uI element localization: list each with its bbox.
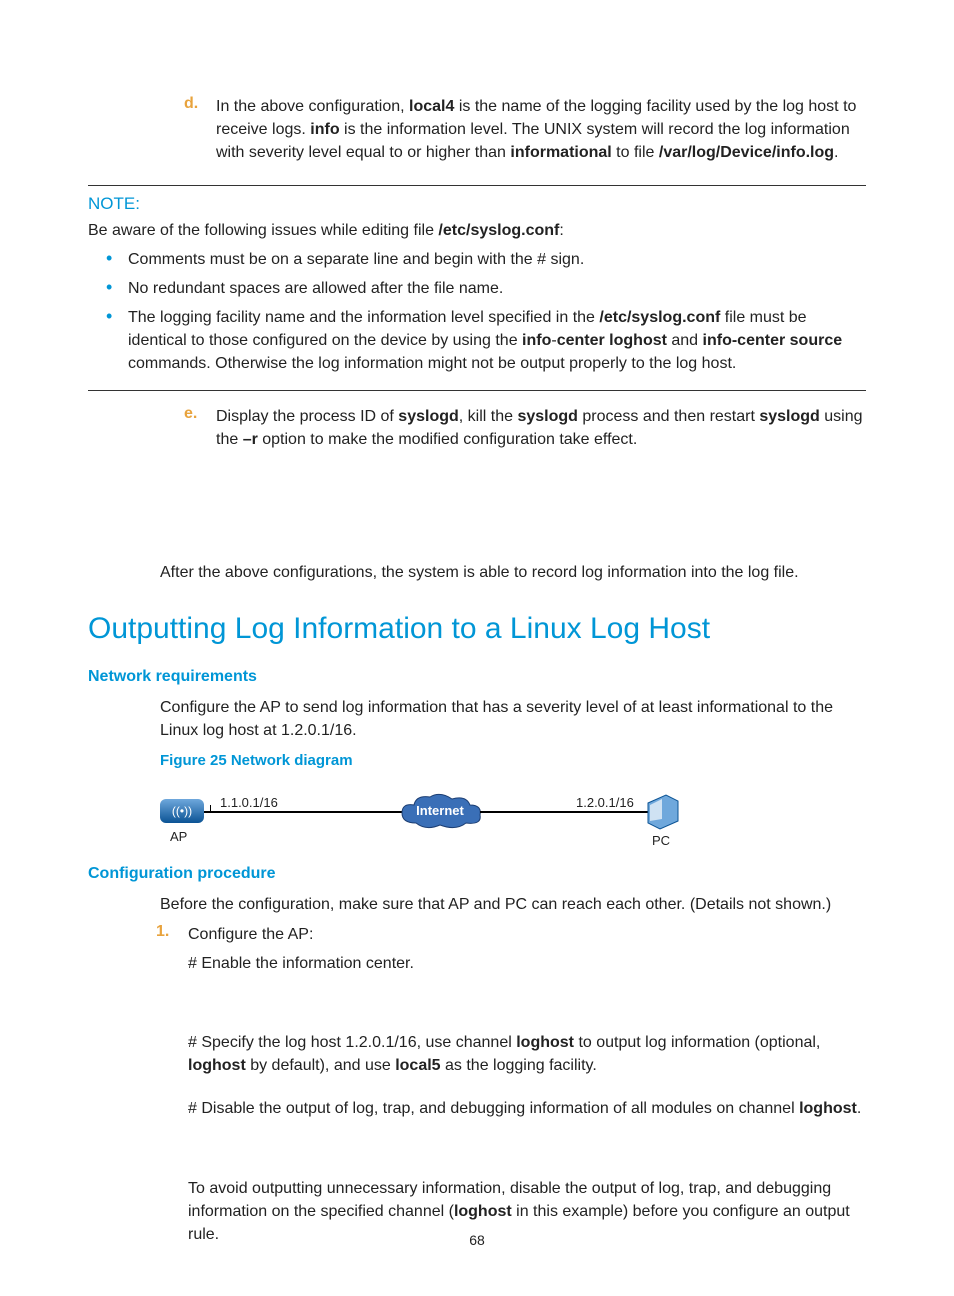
note-box: NOTE: Be aware of the following issues w… <box>88 185 866 391</box>
bullet-icon: • <box>106 248 128 270</box>
text: to file <box>612 144 659 161</box>
text: and <box>667 332 703 349</box>
bullet-body: The logging facility name and the inform… <box>128 306 866 376</box>
confproc-intro: Before the configuration, make sure that… <box>160 893 866 916</box>
cloud-label: Internet <box>396 803 484 818</box>
text: # Disable the output of log, trap, and d… <box>188 1100 799 1117</box>
step-1: 1. Configure the AP: <box>156 923 866 946</box>
ap-ip-label: 1.1.0.1/16 <box>218 795 280 810</box>
text: # Specify the log host 1.2.0.1/16, use c… <box>188 1034 516 1051</box>
page-number: 68 <box>0 1232 954 1248</box>
bold: loghost <box>454 1203 512 1220</box>
after-paragraph: After the above configurations, the syst… <box>160 561 866 584</box>
text: Be aware of the following issues while e… <box>88 222 438 239</box>
note-title: NOTE: <box>88 194 866 214</box>
page: d. In the above configuration, local4 is… <box>0 0 954 1246</box>
list-item-d: d. In the above configuration, local4 is… <box>184 95 866 165</box>
ap-label: AP <box>170 829 187 844</box>
bold: –r <box>243 431 258 448</box>
bold: info <box>522 332 551 349</box>
bold: loghost <box>516 1034 574 1051</box>
text: . <box>857 1100 861 1117</box>
pc-icon <box>644 791 680 831</box>
internet-cloud-icon: Internet <box>396 793 484 831</box>
ap-icon: ((•)) <box>160 799 204 823</box>
link-line-right <box>480 811 648 813</box>
bullet-icon: • <box>106 277 128 299</box>
pc-label: PC <box>652 833 670 848</box>
bold: /var/log/Device/info.log <box>659 144 834 161</box>
list-item-e: e. Display the process ID of syslogd, ki… <box>184 405 866 451</box>
text: No redundant spaces are allowed after th… <box>128 277 503 300</box>
list-marker-e: e. <box>184 405 216 451</box>
bold: center loghost <box>557 332 667 349</box>
ap-glyph: ((•)) <box>172 804 192 818</box>
bold: /etc/syslog.conf <box>599 309 720 326</box>
bold: syslogd <box>398 408 458 425</box>
text: Comments must be on a separate line and … <box>128 248 584 271</box>
list-body-e: Display the process ID of syslogd, kill … <box>216 405 866 451</box>
section-heading: Outputting Log Information to a Linux Lo… <box>88 612 866 646</box>
note-bullet-3: • The logging facility name and the info… <box>106 306 866 376</box>
step-1-label: Configure the AP: <box>188 923 313 946</box>
figure-caption: Figure 25 Network diagram <box>160 752 866 769</box>
step-1b: # Specify the log host 1.2.0.1/16, use c… <box>188 1031 866 1077</box>
text: as the logging facility. <box>441 1057 597 1074</box>
bold: loghost <box>188 1057 246 1074</box>
bold: syslogd <box>759 408 819 425</box>
bold: info-center source <box>703 332 843 349</box>
text: : <box>559 222 563 239</box>
link-line-left <box>204 811 410 813</box>
text: commands. Otherwise the log information … <box>128 355 736 372</box>
list-body-d: In the above configuration, local4 is th… <box>216 95 866 165</box>
bold: syslogd <box>517 408 577 425</box>
note-intro: Be aware of the following issues while e… <box>88 222 866 240</box>
bold: local5 <box>395 1057 440 1074</box>
step-1-body: # Enable the information center. # Speci… <box>188 952 866 1246</box>
subheading-configuration-procedure: Configuration procedure <box>88 865 866 883</box>
note-bullets: • Comments must be on a separate line an… <box>88 248 866 376</box>
step-1a: # Enable the information center. <box>188 952 866 975</box>
text: option to make the modified configuratio… <box>258 431 638 448</box>
text: process and then restart <box>578 408 759 425</box>
text: In the above configuration, <box>216 98 409 115</box>
pc-ip-label: 1.2.0.1/16 <box>574 795 636 810</box>
bold: info <box>310 121 339 138</box>
text: The logging facility name and the inform… <box>128 309 599 326</box>
note-bullet-2: • No redundant spaces are allowed after … <box>106 277 866 300</box>
step-1-marker: 1. <box>156 923 188 946</box>
text: to output log information (optional, <box>574 1034 820 1051</box>
list-marker-d: d. <box>184 95 216 165</box>
network-diagram: ((•)) 1.1.0.1/16 AP Internet 1.2.0.1/16 … <box>160 777 680 849</box>
text: , kill the <box>459 408 518 425</box>
bold: loghost <box>799 1100 857 1117</box>
bold: informational <box>510 144 611 161</box>
text: . <box>834 144 838 161</box>
bold: local4 <box>409 98 454 115</box>
netreq-paragraph: Configure the AP to send log information… <box>160 696 866 742</box>
text: by default), and use <box>246 1057 395 1074</box>
subheading-network-requirements: Network requirements <box>88 668 866 686</box>
note-bullet-1: • Comments must be on a separate line an… <box>106 248 866 271</box>
step-1c: # Disable the output of log, trap, and d… <box>188 1097 866 1120</box>
text: Display the process ID of <box>216 408 398 425</box>
bold: /etc/syslog.conf <box>438 222 559 239</box>
bullet-icon: • <box>106 306 128 328</box>
